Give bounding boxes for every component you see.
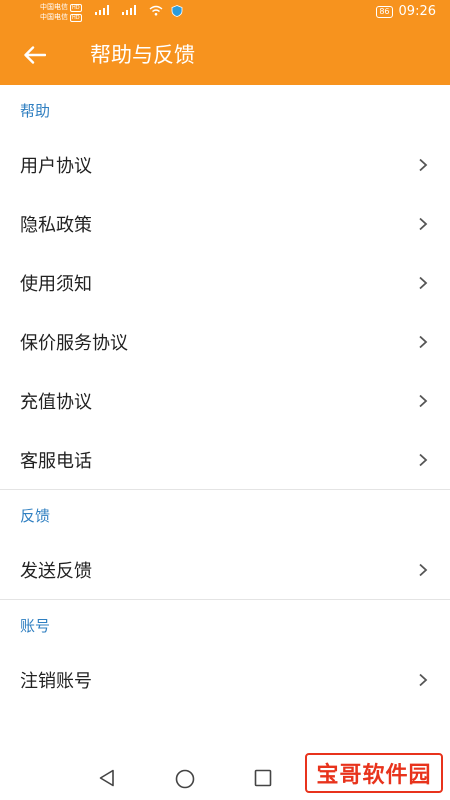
right-status: 86 09:26 <box>376 4 436 19</box>
wifi-icon <box>149 5 163 16</box>
home-circle-icon[interactable] <box>174 768 196 790</box>
back-triangle-icon[interactable] <box>97 768 117 788</box>
list-item-insurance-agreement[interactable]: 保价服务协议 <box>0 312 450 371</box>
chevron-right-icon <box>419 158 428 171</box>
list-item-usage-notice[interactable]: 使用须知 <box>0 253 450 312</box>
carrier-2: 中国电信 <box>40 13 68 21</box>
list-item-privacy-policy[interactable]: 隐私政策 <box>0 194 450 253</box>
section-title-feedback: 反馈 <box>20 506 51 525</box>
item-label: 发送反馈 <box>20 560 92 582</box>
app-header: 中国电信 HD 中国电信 HD 86 09:26 帮助与反馈 <box>0 0 450 85</box>
chevron-right-icon <box>419 394 428 407</box>
list-item-recharge-agreement[interactable]: 充值协议 <box>0 371 450 430</box>
item-label: 用户协议 <box>20 155 92 177</box>
clock: 09:26 <box>398 4 436 19</box>
section-title-account: 账号 <box>20 616 51 635</box>
item-label: 客服电话 <box>20 450 92 472</box>
shield-icon <box>171 5 183 17</box>
chevron-right-icon <box>419 563 428 576</box>
section-title-help: 帮助 <box>20 101 51 120</box>
back-button[interactable] <box>22 42 48 68</box>
chevron-right-icon <box>419 673 428 686</box>
carrier-1: 中国电信 <box>40 3 68 11</box>
chevron-right-icon <box>419 453 428 466</box>
watermark-text: 宝哥软件园 <box>316 763 432 788</box>
recents-square-icon[interactable] <box>253 768 273 788</box>
battery-icon: 86 <box>376 5 393 18</box>
page-title: 帮助与反馈 <box>90 43 195 67</box>
hd-badge-2: HD <box>70 14 82 22</box>
signal-icons <box>95 5 183 24</box>
list-item-customer-service[interactable]: 客服电话 <box>0 430 450 489</box>
settings-list: 帮助 用户协议 隐私政策 使用须知 保价服务协议 充值协议 客服电话 反馈 发送… <box>0 85 450 709</box>
carrier-info: 中国电信 HD 中国电信 HD <box>40 2 82 22</box>
hd-badge-1: HD <box>70 4 82 12</box>
item-label: 充值协议 <box>20 391 92 413</box>
chevron-right-icon <box>419 276 428 289</box>
chevron-right-icon <box>419 335 428 348</box>
signal-bars-icon-2 <box>122 5 137 15</box>
watermark-logo: 宝哥软件园 <box>305 753 443 793</box>
item-label: 注销账号 <box>20 670 92 692</box>
item-label: 保价服务协议 <box>20 332 128 354</box>
chevron-right-icon <box>419 217 428 230</box>
arrow-left-icon <box>24 46 46 64</box>
signal-bars-icon <box>95 5 109 15</box>
list-item-delete-account[interactable]: 注销账号 <box>0 650 450 709</box>
status-bar: 中国电信 HD 中国电信 HD 86 09:26 <box>0 0 450 26</box>
item-label: 隐私政策 <box>20 214 92 236</box>
list-item-user-agreement[interactable]: 用户协议 <box>0 135 450 194</box>
item-label: 使用须知 <box>20 273 92 295</box>
list-item-send-feedback[interactable]: 发送反馈 <box>0 540 450 599</box>
